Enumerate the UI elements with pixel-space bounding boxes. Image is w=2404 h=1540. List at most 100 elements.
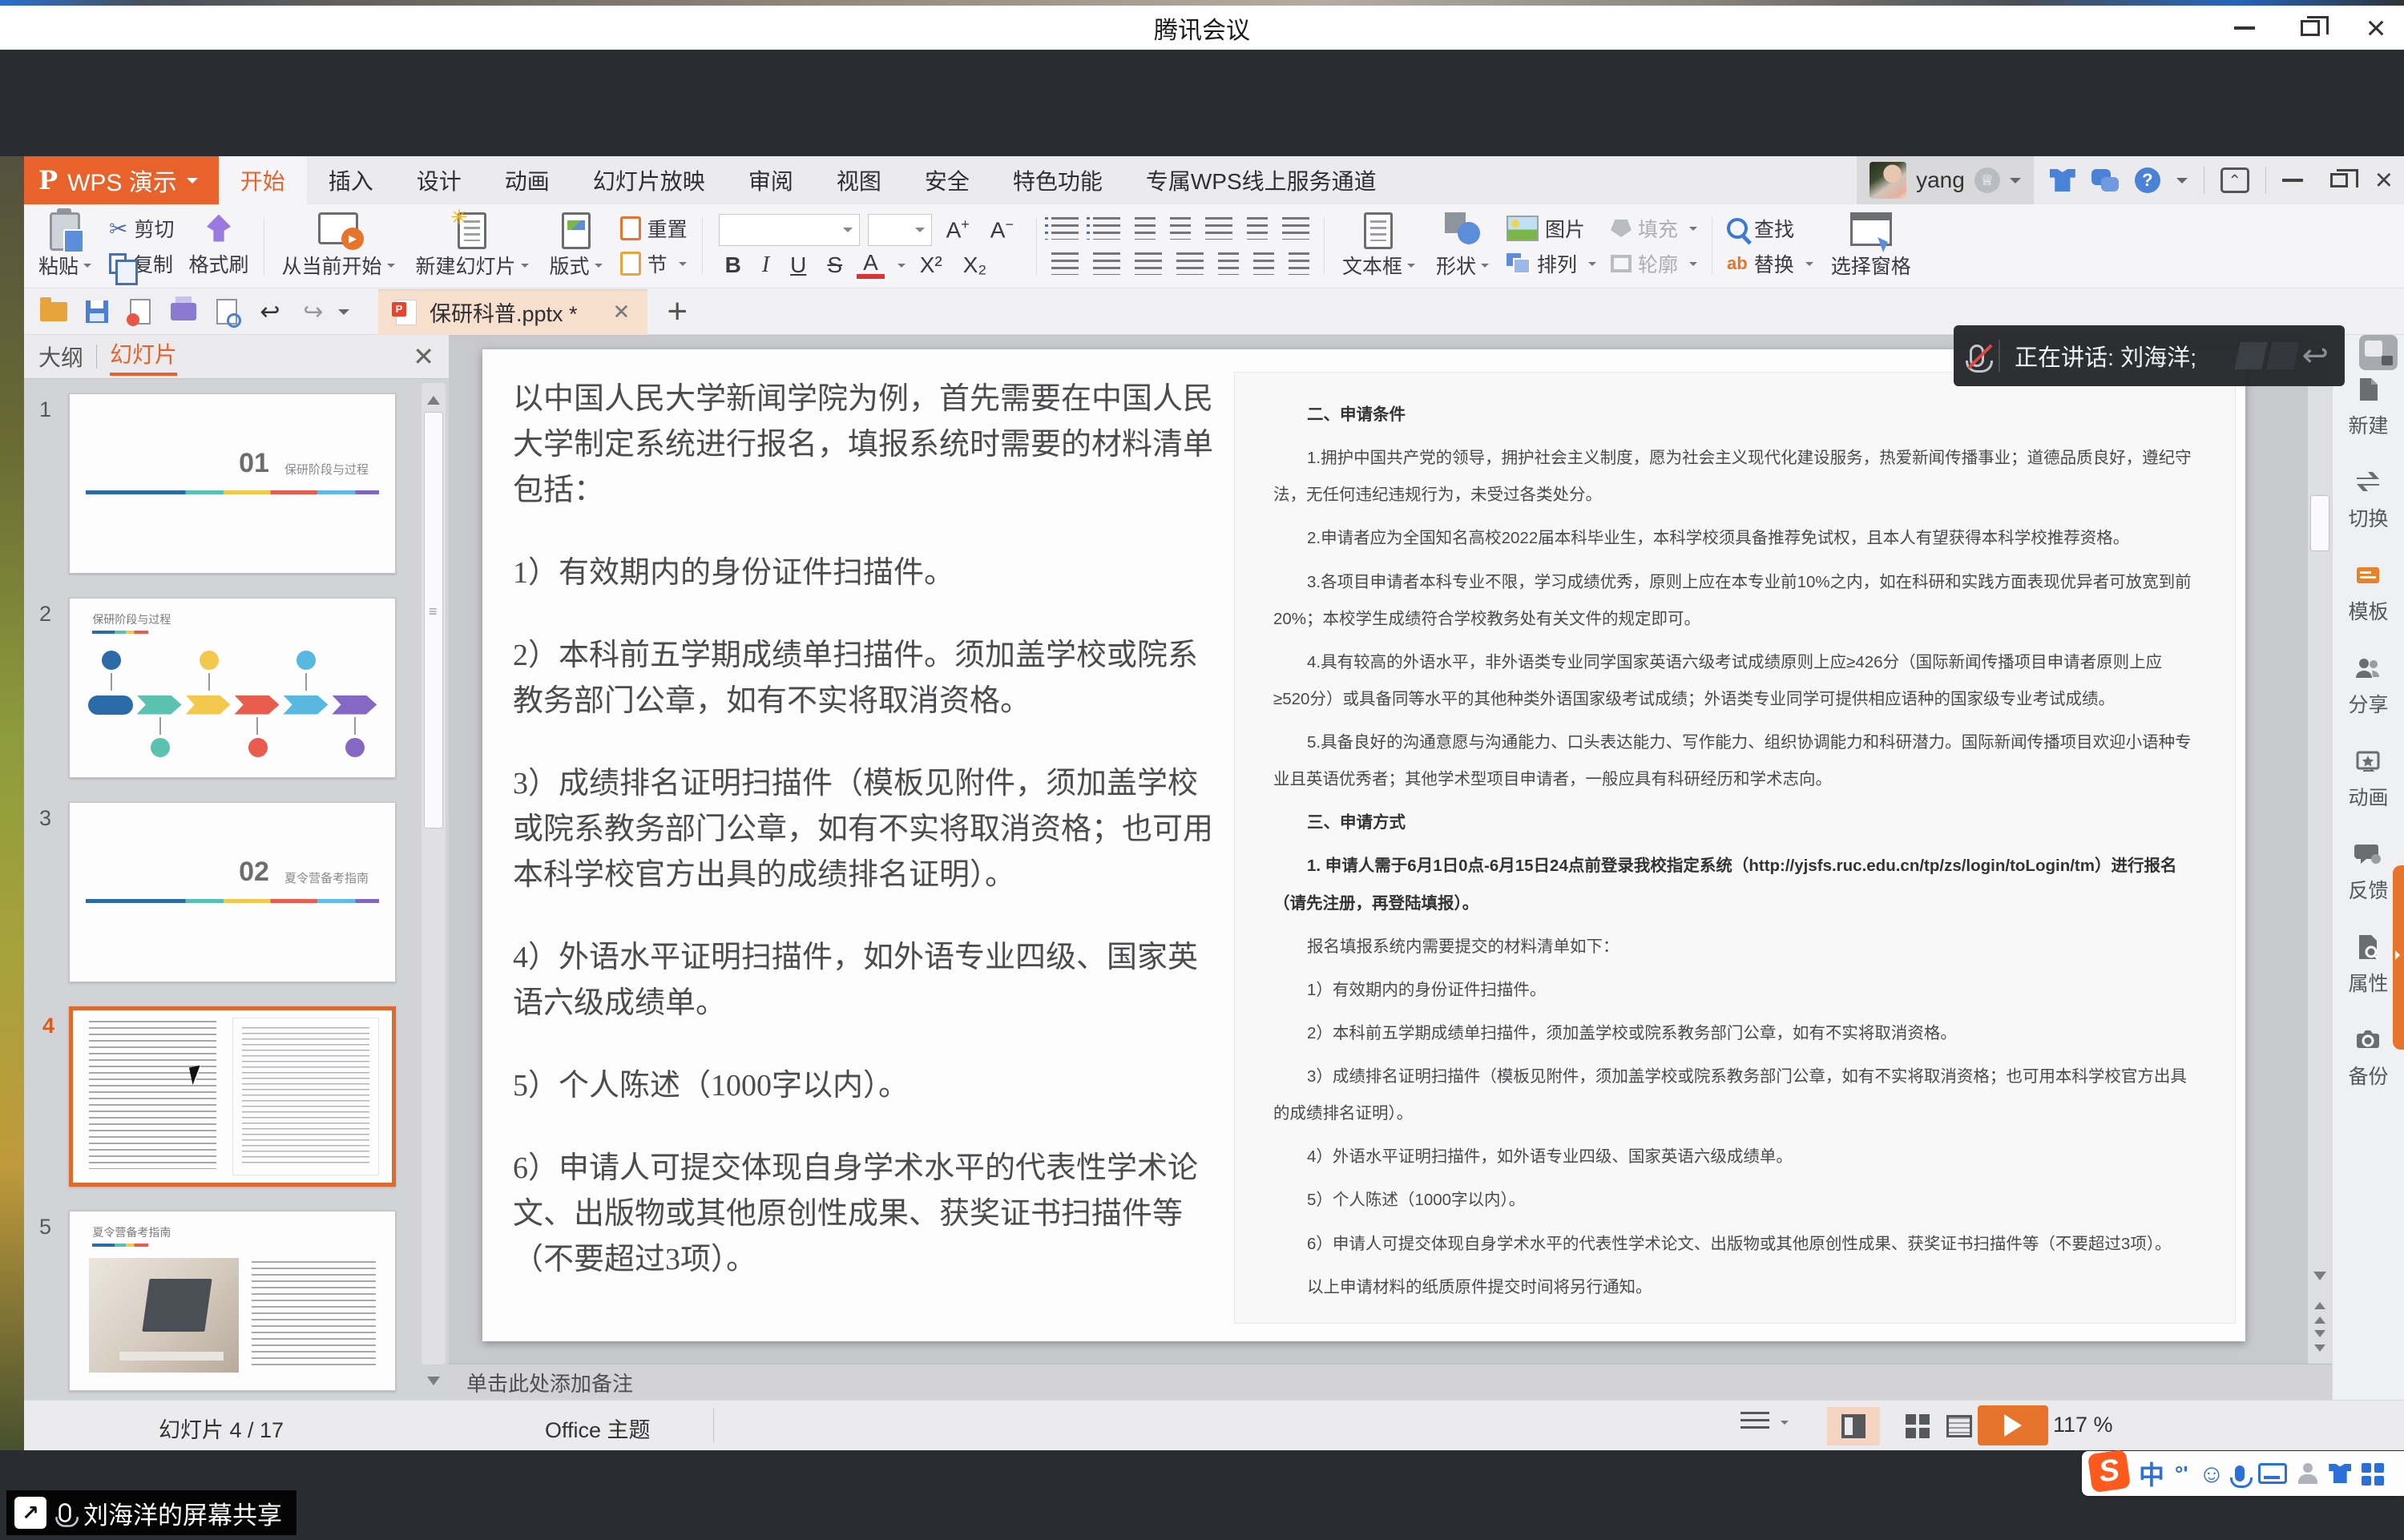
increase-indent-icon[interactable] — [1170, 217, 1191, 240]
sidebar-item-properties[interactable]: 属性 — [2348, 933, 2388, 997]
font-size-select[interactable] — [868, 214, 932, 246]
undo-icon[interactable]: ↩ — [252, 294, 288, 329]
tab-slides[interactable]: 幻灯片 — [110, 337, 177, 376]
voice-input-icon[interactable] — [2235, 1465, 2245, 1482]
new-slide-button[interactable]: 新建幻灯片 — [408, 209, 537, 283]
minimize-icon[interactable] — [2231, 14, 2258, 42]
reset-button[interactable]: 重置 — [620, 214, 688, 243]
bold-button[interactable]: B — [719, 252, 748, 278]
play-from-current-button[interactable]: 从当前开始 — [274, 209, 403, 283]
shape-button[interactable]: 形状 — [1428, 209, 1497, 283]
tab-home[interactable]: 开始 — [219, 156, 307, 204]
format-painter-button[interactable]: 格式刷 — [189, 249, 249, 278]
slide-thumbnail-2[interactable]: 2 保研阶段与过程 — [69, 598, 396, 778]
font-name-select[interactable] — [719, 214, 860, 246]
italic-button[interactable]: I — [756, 252, 776, 278]
distribute-icon[interactable] — [1218, 252, 1239, 275]
ime-punctuation-toggle[interactable]: °' — [2175, 1461, 2188, 1486]
tab-slideshow[interactable]: 幻灯片放映 — [571, 156, 727, 204]
columns-icon[interactable] — [1247, 217, 1268, 240]
hide-ribbon-icon[interactable]: ⌃ — [2220, 167, 2249, 193]
decrease-font-button[interactable]: A− — [984, 216, 1020, 243]
decrease-indent-icon[interactable] — [1135, 217, 1156, 240]
slide-thumbnail-4-selected[interactable]: 4 — [69, 1006, 396, 1187]
subscript-button[interactable]: X₂ — [957, 252, 994, 278]
scroll-down-icon[interactable] — [2313, 1272, 2326, 1287]
scroll-up-icon[interactable] — [427, 389, 440, 405]
align-center-icon[interactable] — [1093, 252, 1120, 275]
fill-button[interactable]: 填充 — [1611, 214, 1697, 243]
tab-animation[interactable]: 动画 — [483, 156, 571, 204]
line-spacing-icon[interactable] — [1253, 252, 1274, 275]
notes-toggle-button[interactable] — [1740, 1412, 1789, 1433]
ime-toolbox-icon[interactable] — [2362, 1463, 2371, 1473]
export-pdf-icon[interactable] — [122, 294, 159, 329]
print-icon[interactable] — [165, 294, 202, 329]
ime-skin-icon[interactable] — [2329, 1464, 2351, 1483]
sidebar-item-feedback[interactable]: 反馈 — [2348, 840, 2388, 904]
community-chat-icon[interactable] — [2091, 169, 2119, 191]
notes-bar[interactable]: 单击此处添加备注 — [449, 1364, 2332, 1400]
ime-language-toggle[interactable]: 中 — [2139, 1455, 2164, 1492]
wps-app-button[interactable]: P WPS 演示 — [24, 156, 219, 204]
main-scrollbar[interactable] — [2308, 335, 2332, 1364]
align-left-icon[interactable] — [1051, 252, 1079, 275]
sidebar-item-switch[interactable]: 切换 — [2348, 468, 2388, 532]
text-direction-icon[interactable] — [1205, 217, 1232, 240]
document-tab[interactable]: 保研科普.pptx * ✕ — [378, 289, 647, 335]
cut-button[interactable]: ✂剪切 — [109, 214, 174, 243]
superscript-button[interactable]: X² — [914, 252, 949, 278]
copy-button[interactable]: 复制 — [109, 249, 174, 278]
textbox-button[interactable]: 文本框 — [1334, 209, 1423, 283]
scrollbar-thumb[interactable] — [2310, 495, 2329, 551]
maximize-icon[interactable] — [2297, 14, 2324, 42]
print-preview-icon[interactable] — [208, 294, 245, 329]
floating-tool-icon[interactable] — [2359, 335, 2398, 370]
tab-review[interactable]: 审阅 — [727, 156, 815, 204]
account-area[interactable]: yang ♕ — [1857, 156, 2034, 204]
outline-button[interactable]: 轮廓 — [1611, 249, 1697, 278]
new-tab-button[interactable]: + — [667, 292, 688, 332]
sogou-logo-icon[interactable]: S — [2087, 1449, 2131, 1493]
slide-thumbnail-5[interactable]: 5 夏令营备考指南 — [69, 1211, 396, 1391]
embedded-document-image[interactable]: 二、申请条件 1.拥护中国共产党的领导，拥护社会主义制度，愿为社会主义现代化建设… — [1234, 372, 2236, 1324]
replace-button[interactable]: ab替换 — [1727, 249, 1813, 278]
numbered-list-icon[interactable] — [1093, 217, 1120, 240]
increase-font-button[interactable]: A+ — [940, 216, 976, 243]
reply-arrow-icon[interactable]: ↩ — [2301, 340, 2329, 372]
soft-keyboard-icon[interactable] — [2258, 1463, 2287, 1484]
sidebar-item-template[interactable]: 模板 — [2348, 561, 2388, 625]
slide-text-column[interactable]: 以中国人民大学新闻学院为例，首先需要在中国人民大学制定系统进行报名，填报系统时需… — [513, 377, 1216, 1322]
tab-wps-online-service[interactable]: 专属WPS线上服务通道 — [1124, 156, 1398, 204]
panel-scrollbar[interactable] — [422, 383, 446, 1365]
picture-button[interactable]: 图片 — [1507, 214, 1596, 243]
slideshow-play-button[interactable] — [1978, 1405, 2048, 1445]
close-icon[interactable]: × — [2375, 163, 2393, 198]
normal-view-button[interactable] — [1827, 1407, 1880, 1445]
sidebar-item-new[interactable]: 新建 — [2348, 375, 2388, 439]
tab-view[interactable]: 视图 — [815, 156, 903, 204]
sidebar-item-backup[interactable]: 备份 — [2348, 1026, 2388, 1090]
save-icon[interactable] — [79, 294, 115, 329]
sidebar-item-animation[interactable]: 动画 — [2348, 747, 2388, 811]
close-icon[interactable]: × — [2362, 14, 2390, 42]
layout-button[interactable]: 版式 — [542, 209, 611, 283]
skin-theme-icon[interactable] — [2050, 169, 2075, 191]
paste-button[interactable]: 粘贴 — [30, 209, 99, 283]
tab-security[interactable]: 安全 — [903, 156, 991, 204]
close-panel-icon[interactable]: ✕ — [413, 341, 434, 372]
selection-pane-button[interactable]: 选择窗格 — [1823, 209, 1919, 283]
underline-button[interactable]: U — [784, 252, 813, 278]
emoji-icon[interactable]: ☺ — [2199, 1459, 2225, 1489]
font-color-button[interactable]: A — [857, 252, 885, 279]
arrange-button[interactable]: 排列 — [1507, 249, 1596, 278]
sidebar-item-share[interactable]: 分享 — [2348, 654, 2388, 718]
close-tab-icon[interactable]: ✕ — [613, 300, 631, 325]
previous-slide-button[interactable] — [2311, 1295, 2329, 1322]
tab-outline[interactable]: 大纲 — [38, 341, 83, 373]
strikethrough-button[interactable]: S — [821, 252, 849, 278]
current-slide-canvas[interactable]: 以中国人民大学新闻学院为例，首先需要在中国人民大学制定系统进行报名，填报系统时需… — [482, 349, 2245, 1341]
sidebar-pull-tab[interactable] — [2393, 865, 2404, 1050]
find-button[interactable]: 查找 — [1727, 214, 1813, 243]
restore-icon[interactable] — [2330, 173, 2348, 187]
